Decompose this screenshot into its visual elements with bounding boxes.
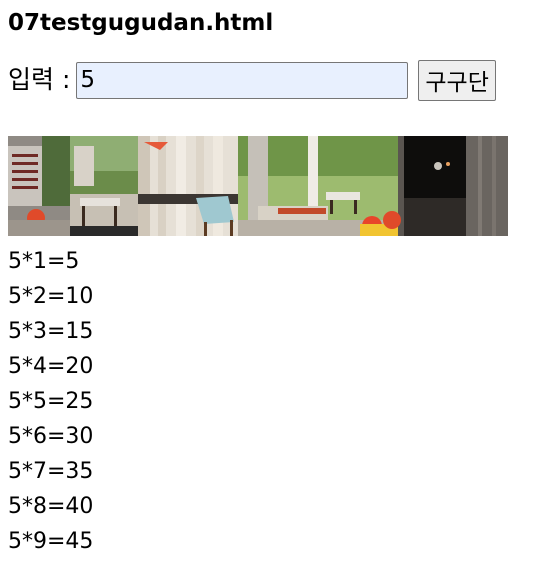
result-line: 5*9=45	[8, 529, 94, 554]
page-title: 07testgugudan.html	[8, 10, 274, 36]
input-label: 입력 :	[8, 65, 71, 94]
result-line: 5*8=40	[8, 494, 94, 519]
banner-image	[8, 136, 508, 236]
result-line: 5*5=25	[8, 389, 94, 414]
number-input[interactable]	[76, 61, 409, 99]
result-line: 5*6=30	[8, 424, 94, 449]
gugudan-button[interactable]: 구구단	[418, 59, 496, 101]
input-row: 입력 : 구구단	[8, 58, 496, 102]
result-line: 5*2=10	[8, 284, 94, 309]
results-list: 5*1=5 5*2=10 5*3=15 5*4=20 5*5=25 5*6=30…	[8, 244, 93, 559]
result-line: 5*3=15	[8, 319, 94, 344]
result-line: 5*1=5	[8, 249, 80, 274]
result-line: 5*7=35	[8, 459, 94, 484]
result-line: 5*4=20	[8, 354, 94, 379]
